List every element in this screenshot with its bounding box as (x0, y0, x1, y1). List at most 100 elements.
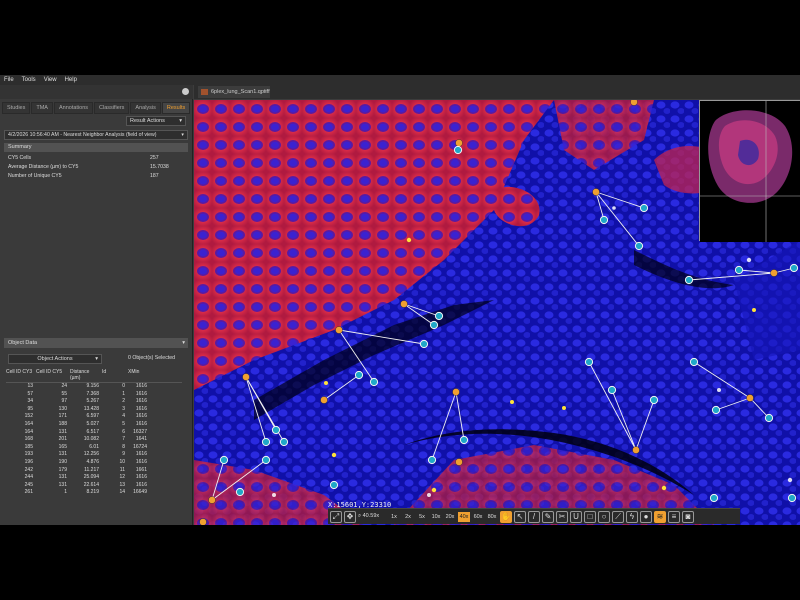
circle-icon[interactable]: ○ (598, 510, 610, 523)
object-data-title: Object Data (8, 340, 38, 346)
zoom-80x-button[interactable]: 80x (486, 512, 498, 522)
selected-count: 0 Object(s) Selected (128, 355, 175, 361)
table-row[interactable]: 185 165 6.01 8 16724 (6, 444, 182, 452)
cell-distance: 13.428 (83, 405, 99, 412)
cell-id: 4 (122, 413, 125, 420)
col-id[interactable]: Id (102, 369, 128, 382)
cell-cy5: 1 (64, 489, 67, 496)
cell-cy5: 179 (58, 466, 67, 473)
tab-analysis[interactable]: Analysis (130, 102, 161, 114)
tab-results[interactable]: Results (161, 102, 191, 114)
table-row[interactable]: 242 179 11.217 11 1661 (6, 467, 182, 475)
table-row[interactable]: 168 201 10.082 7 1641 (6, 436, 182, 444)
viewer-tab[interactable]: 6plex_lung_Scan1.qptiff × (198, 86, 270, 98)
cell-distance: 12.256 (83, 451, 99, 458)
menu-file[interactable]: File (4, 77, 14, 83)
cell-id: 10 (119, 458, 125, 465)
cell-id: 11 (119, 466, 125, 473)
summary-row: Average Distance (µm) to CY5 15.7038 (8, 164, 184, 173)
object-data-header[interactable]: Object Data ▾ (4, 338, 188, 348)
table-row[interactable]: 261 1 8.219 14 16649 (6, 489, 182, 497)
tab-studies[interactable]: Studies (2, 102, 31, 114)
object-actions-button[interactable]: Object Actions ▾ (8, 354, 102, 364)
hand-icon[interactable]: ✋ (500, 510, 512, 523)
table-row[interactable]: 193 131 12.256 9 1616 (6, 451, 182, 459)
cell-xmin: 16724 (133, 443, 147, 450)
table-row[interactable]: 152 171 6.597 4 1616 (6, 413, 182, 421)
app-window: File Tools View Help Studies TMA Annotat… (0, 75, 800, 525)
cell-distance: 4.876 (86, 458, 99, 465)
camera-icon[interactable]: ◙ (682, 510, 694, 523)
menu-view[interactable]: View (44, 77, 57, 83)
cell-cy3: 185 (24, 443, 33, 450)
scissors-icon[interactable]: ✂ (556, 510, 568, 523)
table-header: Cell ID CY3 Cell ID CY5 Distance (µm) Id… (6, 369, 182, 383)
cell-distance: 22.614 (83, 481, 99, 488)
close-panel-icon[interactable] (182, 88, 189, 95)
square-icon[interactable]: □ (584, 510, 596, 523)
cell-id: 0 (122, 383, 125, 389)
cell-xmin: 1661 (135, 466, 147, 473)
overview-thumbnail (700, 101, 800, 242)
image-icon (201, 89, 208, 95)
brush-icon[interactable]: / (528, 510, 540, 523)
table-row[interactable]: 244 131 25.094 12 1616 (6, 474, 182, 482)
summary-row: CY5 Cells 257 (8, 155, 184, 164)
col-distance[interactable]: Distance (µm) (70, 369, 102, 382)
pin-icon[interactable]: ● (640, 510, 652, 523)
table-row[interactable]: 164 131 6.517 6 16327 (6, 429, 182, 437)
ruler-icon[interactable]: ⟋ (612, 510, 624, 523)
menu-tools[interactable]: Tools (22, 77, 36, 83)
zoom-10x-button[interactable]: 10x (430, 512, 442, 522)
zoom-readout-value: 40.59x (362, 513, 380, 519)
zoom-1x-button[interactable]: 1x (388, 512, 400, 522)
cell-id: 7 (122, 436, 125, 443)
table-row[interactable]: 164 188 5.027 5 1616 (6, 421, 182, 429)
layers-icon[interactable]: ≋ (654, 510, 666, 523)
table-row[interactable]: 13 24 9.156 0 1616 (6, 383, 182, 391)
col-xmin[interactable]: XMin (128, 369, 150, 382)
cell-cy5: 171 (58, 413, 67, 420)
fit-icon[interactable]: ⤢ (330, 510, 342, 523)
cell-cy3: 57 (27, 390, 33, 397)
zoom-5x-button[interactable]: 5x (416, 512, 428, 522)
cell-distance: 25.094 (83, 474, 99, 481)
cell-xmin: 1616 (135, 383, 147, 389)
pen-icon[interactable]: ✎ (542, 510, 554, 523)
tab-tma[interactable]: TMA (31, 102, 53, 114)
magnet-icon[interactable]: U (570, 510, 582, 523)
cell-xmin: 1616 (135, 474, 147, 481)
table-row[interactable]: 57 55 7.368 1 1616 (6, 391, 182, 399)
result-actions-button[interactable]: Result Actions ▾ (126, 116, 186, 126)
table-row[interactable]: 34 97 5.267 2 1616 (6, 398, 182, 406)
table-row[interactable]: 95 130 13.428 3 1616 (6, 406, 182, 414)
cell-xmin: 1616 (135, 451, 147, 458)
cell-cy5: 131 (58, 451, 67, 458)
cell-cy5: 24 (61, 383, 67, 389)
lightning-icon[interactable]: ϟ (626, 510, 638, 523)
image-viewer[interactable]: X:15601,Y:23310 ⤢ ✥ ⌕ 40.59x 1x 2x 5x 10… (194, 100, 800, 525)
table-row[interactable]: 245 131 22.614 13 1616 (6, 482, 182, 490)
pointer-icon[interactable]: ↖ (514, 510, 526, 523)
zoom-20x-button[interactable]: 20x (444, 512, 456, 522)
zoom-40x-button[interactable]: 40x (458, 511, 470, 522)
cell-cy3: 244 (24, 474, 33, 481)
tab-annotations[interactable]: Annotations (53, 102, 94, 114)
close-icon[interactable]: × (264, 89, 267, 95)
cell-id: 1 (122, 390, 125, 397)
object-actions-label: Object Actions (37, 356, 73, 362)
result-actions-label: Result Actions (130, 118, 165, 124)
left-panel: Studies TMA Annotations Classifiers Anal… (0, 85, 193, 525)
col-cell-id-cy3[interactable]: Cell ID CY3 (6, 369, 36, 382)
expand-icon[interactable]: ✥ (344, 510, 356, 523)
analysis-select[interactable]: 4/2/2026 10:56:40 AM - Nearest Neighbor … (4, 130, 188, 140)
table-row[interactable]: 196 190 4.876 10 1616 (6, 459, 182, 467)
cell-cy3: 242 (24, 466, 33, 473)
menu-help[interactable]: Help (65, 77, 77, 83)
tab-classifiers[interactable]: Classifiers (94, 102, 130, 114)
zoom-60x-button[interactable]: 60x (472, 512, 484, 522)
zoom-2x-button[interactable]: 2x (402, 512, 414, 522)
overview-minimap[interactable] (699, 100, 800, 242)
list-icon[interactable]: ≡ (668, 510, 680, 523)
col-cell-id-cy5[interactable]: Cell ID CY5 (36, 369, 70, 382)
